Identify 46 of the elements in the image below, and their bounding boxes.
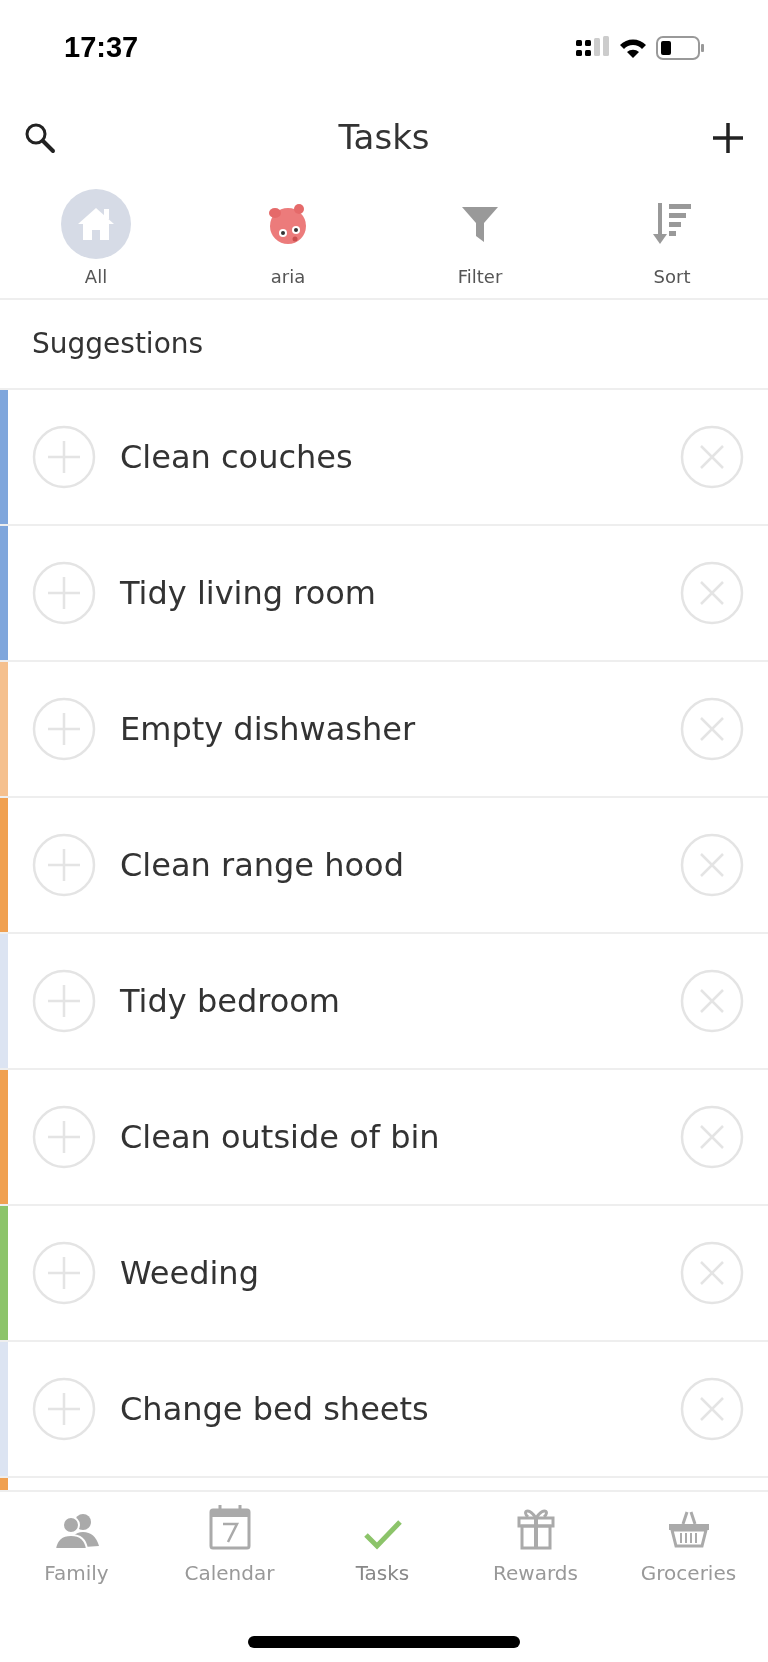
- add-task-icon[interactable]: [32, 1105, 96, 1169]
- task-title: Clean couches: [120, 437, 354, 478]
- sort-icon: [651, 201, 693, 246]
- task-title: Clean range hood: [120, 845, 405, 886]
- filter-tab[interactable]: Filter: [384, 188, 576, 290]
- add-task-icon[interactable]: [32, 1241, 96, 1305]
- task-title: Clean outside of bin: [120, 1117, 441, 1158]
- funnel-icon: [461, 204, 499, 243]
- section-title: Suggestions: [0, 300, 768, 390]
- dismiss-icon[interactable]: [680, 561, 744, 625]
- filter-tab[interactable]: Sort: [576, 188, 768, 290]
- page-title: Tasks: [338, 116, 430, 159]
- dismiss-icon[interactable]: [680, 833, 744, 897]
- add-task-icon[interactable]: [32, 833, 96, 897]
- battery-icon: [656, 35, 704, 60]
- add-task-icon[interactable]: [32, 425, 96, 489]
- tab-bar-item[interactable]: Family: [0, 1504, 153, 1588]
- filter-tab[interactable]: All: [0, 188, 192, 290]
- dismiss-icon[interactable]: [680, 1377, 744, 1441]
- wifi-icon: [618, 36, 648, 59]
- checkmark-icon: [362, 1518, 403, 1550]
- tab-bar-item[interactable]: Calendar: [153, 1504, 306, 1588]
- dismiss-icon[interactable]: [680, 697, 744, 761]
- search-icon[interactable]: [24, 121, 56, 154]
- task-title: Tidy living room: [120, 573, 378, 614]
- dismiss-icon[interactable]: [680, 425, 744, 489]
- house-icon: [76, 205, 116, 242]
- tab-bar-item[interactable]: Groceries: [612, 1504, 765, 1588]
- add-task-icon[interactable]: [32, 969, 96, 1033]
- task-title: Tidy bedroom: [120, 981, 341, 1022]
- basket-icon: [666, 1510, 711, 1550]
- add-icon[interactable]: [712, 121, 744, 154]
- add-task-icon[interactable]: [32, 697, 96, 761]
- add-task-icon[interactable]: [32, 561, 96, 625]
- status-time: 17:37: [64, 29, 139, 65]
- filter-tab[interactable]: aria: [192, 188, 384, 290]
- dismiss-icon[interactable]: [680, 969, 744, 1033]
- dismiss-icon[interactable]: [680, 1241, 744, 1305]
- task-title: Change bed sheets: [120, 1389, 430, 1430]
- calendar-icon: [208, 1504, 251, 1550]
- tab-bar-item[interactable]: Rewards: [459, 1504, 612, 1588]
- add-task-icon[interactable]: [32, 1377, 96, 1441]
- task-title: Weeding: [120, 1253, 260, 1294]
- tab-bar-item[interactable]: Tasks: [306, 1504, 459, 1588]
- task-title: Empty dishwasher: [120, 709, 417, 750]
- dismiss-icon[interactable]: [680, 1105, 744, 1169]
